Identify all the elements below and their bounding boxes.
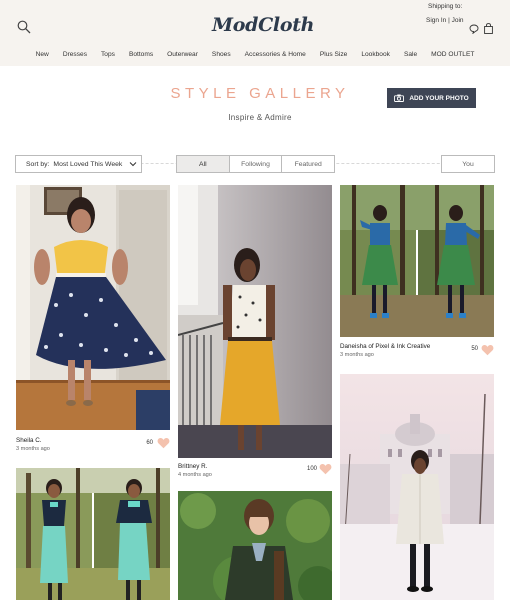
- search-icon[interactable]: [17, 20, 31, 34]
- nav-outerwear[interactable]: Outerwear: [160, 51, 205, 58]
- gallery-photo-brittney[interactable]: [178, 185, 332, 458]
- camera-icon: [394, 94, 405, 102]
- add-your-photo-button[interactable]: ADD YOUR PHOTO: [387, 88, 476, 108]
- shopping-bag-icon[interactable]: [484, 23, 493, 34]
- card-date: 3 months ago: [340, 352, 374, 358]
- photo-image: [340, 185, 494, 337]
- site-header: ModCloth Shipping to: Sign In | Join New…: [0, 0, 510, 66]
- tab-following[interactable]: Following: [229, 155, 283, 173]
- heart-icon[interactable]: [319, 463, 332, 475]
- account-links: Sign In | Join: [426, 17, 464, 24]
- add-photo-label: ADD YOUR PHOTO: [409, 94, 469, 102]
- separator: |: [448, 17, 450, 24]
- page-subtitle: Inspire & Admire: [228, 113, 292, 122]
- join-link[interactable]: Join: [452, 17, 464, 24]
- card-date: 4 months ago: [178, 472, 212, 478]
- nav-plus-size[interactable]: Plus Size: [313, 51, 355, 58]
- nav-new[interactable]: New: [29, 51, 56, 58]
- you-button[interactable]: You: [441, 155, 495, 173]
- tab-all[interactable]: All: [176, 155, 230, 173]
- nav-sale[interactable]: Sale: [397, 51, 424, 58]
- like-count: 50: [471, 346, 478, 352]
- nav-dresses[interactable]: Dresses: [56, 51, 94, 58]
- gallery-photo-daneisha[interactable]: [340, 185, 494, 337]
- photo-image: [178, 185, 332, 458]
- gallery-filter-tabs: All Following Featured: [176, 155, 336, 173]
- gallery-photo-sheila[interactable]: [16, 185, 170, 430]
- gallery-photo-green-backdrop[interactable]: [178, 491, 332, 600]
- page-title: STYLE GALLERY: [170, 85, 350, 102]
- sign-in-link[interactable]: Sign In: [426, 17, 446, 24]
- photo-image: [340, 374, 494, 600]
- nav-shoes[interactable]: Shoes: [205, 51, 238, 58]
- nav-mod-outlet[interactable]: MOD OUTLET: [424, 51, 481, 58]
- shipping-to-label[interactable]: Shipping to:: [428, 3, 462, 10]
- like-count: 100: [306, 466, 317, 472]
- chevron-down-icon: [129, 162, 137, 167]
- card-date: 3 months ago: [16, 446, 50, 452]
- sort-label: Sort by:: [26, 160, 50, 168]
- card-author-name[interactable]: Daneisha of Pixel & Ink Creative: [340, 343, 430, 350]
- nav-bottoms[interactable]: Bottoms: [122, 51, 160, 58]
- photo-image: [16, 468, 170, 600]
- card-author-name[interactable]: Brittney R.: [178, 463, 207, 470]
- nav-lookbook[interactable]: Lookbook: [354, 51, 397, 58]
- tab-featured[interactable]: Featured: [282, 155, 336, 173]
- heart-icon[interactable]: [157, 437, 170, 449]
- like-count: 60: [146, 440, 153, 446]
- gallery-photo-snowy-city[interactable]: [340, 374, 494, 600]
- sort-dropdown[interactable]: Sort by: Most Loved This Week: [15, 155, 142, 173]
- heart-icon[interactable]: [481, 344, 494, 356]
- sort-value: Most Loved This Week: [53, 160, 123, 168]
- main-nav: New Dresses Tops Bottoms Outerwear Shoes…: [0, 51, 510, 58]
- nav-tops[interactable]: Tops: [94, 51, 122, 58]
- photo-image: [16, 185, 170, 430]
- nav-accessories-home[interactable]: Accessories & Home: [238, 51, 313, 58]
- card-author-name[interactable]: Sheila C.: [16, 437, 42, 444]
- chat-icon[interactable]: [469, 24, 479, 34]
- photo-image: [178, 491, 332, 600]
- gallery-photo-turquoise-skirt[interactable]: [16, 468, 170, 600]
- logo[interactable]: ModCloth: [212, 14, 315, 36]
